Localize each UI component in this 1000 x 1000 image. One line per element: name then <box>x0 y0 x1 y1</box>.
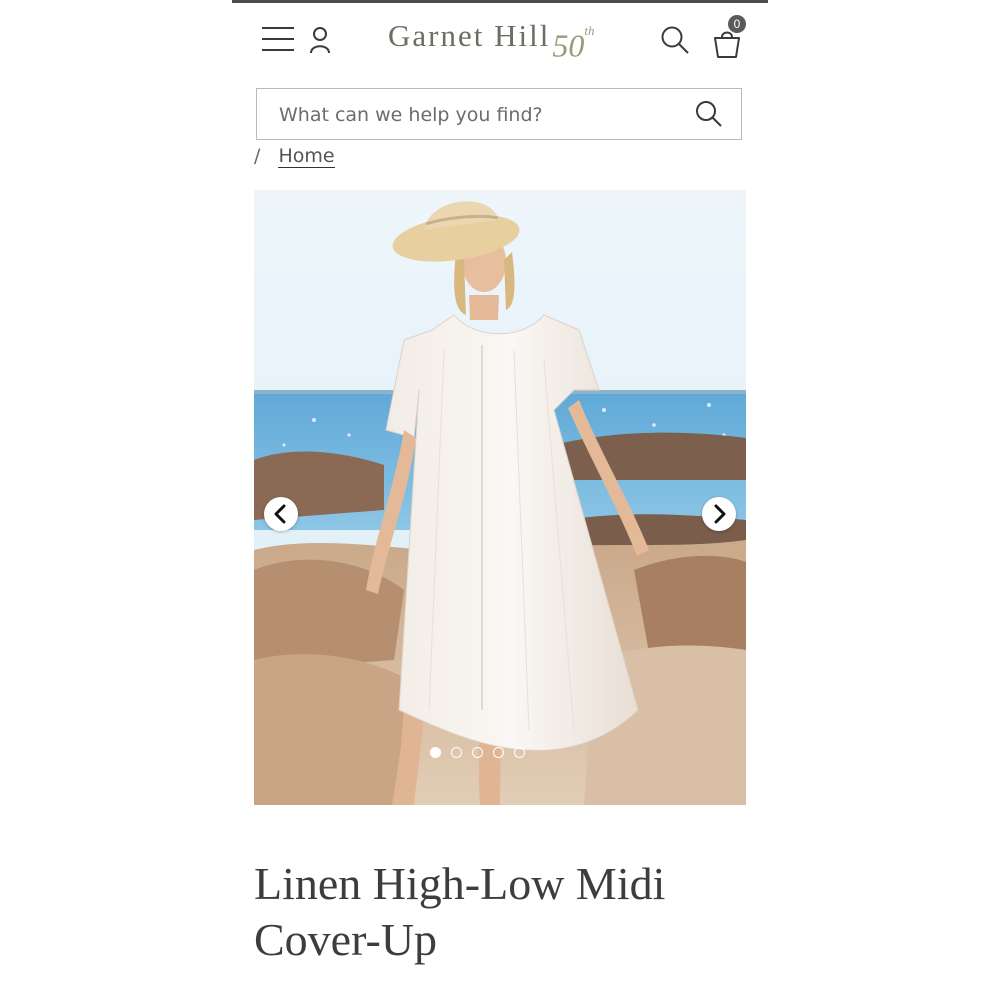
breadcrumb-separator: / <box>254 145 261 167</box>
gallery-dot[interactable] <box>430 747 441 758</box>
search-bar <box>256 88 742 140</box>
product-page: Garnet Hill 50th 0 / Home <box>0 0 1000 1000</box>
search-input[interactable] <box>277 99 681 131</box>
gallery-next-button[interactable] <box>702 497 736 531</box>
chevron-left-icon <box>274 504 286 524</box>
product-title: Linen High-Low Midi Cover-Up <box>254 858 666 965</box>
gallery-prev-button[interactable] <box>264 497 298 531</box>
gallery-dot[interactable] <box>514 747 525 758</box>
breadcrumb: / Home <box>254 143 335 169</box>
search-icon[interactable] <box>660 25 690 55</box>
logo-anniversary-number: 50 <box>552 27 585 64</box>
breadcrumb-home-link[interactable]: Home <box>278 145 335 168</box>
account-icon[interactable] <box>308 25 332 55</box>
logo-anniversary-suffix: th <box>584 23 595 38</box>
site-header: Garnet Hill 50th 0 <box>232 3 768 75</box>
gallery-dot[interactable] <box>451 747 462 758</box>
search-submit-icon[interactable] <box>695 100 723 128</box>
product-image[interactable] <box>254 190 746 805</box>
chevron-right-icon <box>714 504 726 524</box>
brand-logo[interactable]: Garnet Hill 50th <box>388 17 594 66</box>
logo-text: Garnet Hill <box>388 18 551 53</box>
hamburger-menu-icon[interactable] <box>260 25 296 53</box>
gallery-pagination <box>430 747 525 763</box>
gallery-dot[interactable] <box>472 747 483 758</box>
logo-anniversary: 50th <box>552 21 594 66</box>
shopping-bag-icon[interactable]: 0 <box>712 15 748 58</box>
gallery-dot[interactable] <box>493 747 504 758</box>
cart-count-badge: 0 <box>728 15 746 33</box>
